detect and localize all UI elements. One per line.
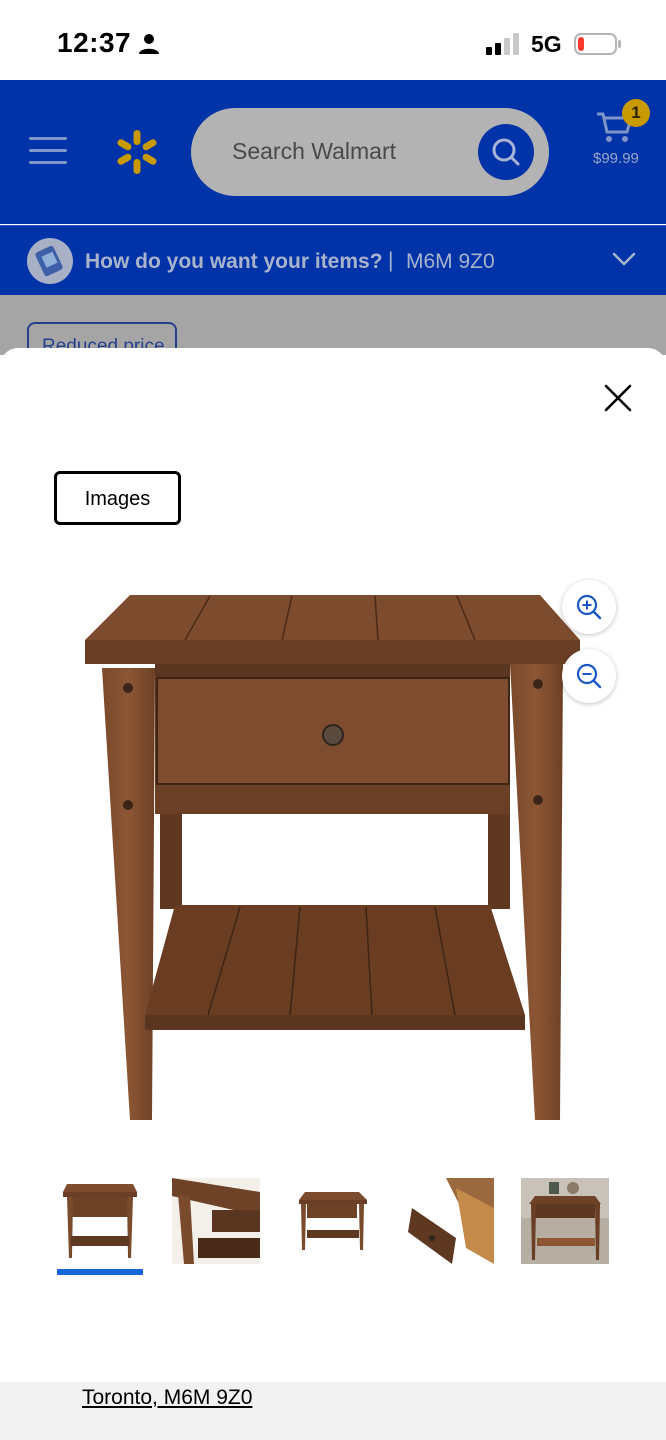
zoom-in-button[interactable] <box>562 580 616 634</box>
walmart-spark-icon[interactable] <box>114 128 160 176</box>
zoom-out-button[interactable] <box>562 649 616 703</box>
chevron-down-icon[interactable] <box>612 251 636 267</box>
page-content-dimmed: Reduced price <box>0 295 666 362</box>
location-link[interactable]: Toronto, M6M 9Z0 <box>82 1386 252 1410</box>
thumbnail-1[interactable] <box>57 1178 145 1264</box>
search-bar[interactable]: Search Walmart <box>191 108 549 196</box>
signal-icon <box>486 33 519 55</box>
delivery-bar[interactable]: How do you want your items? | M6M 9Z0 <box>0 225 666 296</box>
delivery-postal-code: M6M 9Z0 <box>406 250 495 273</box>
tab-images-label: Images <box>84 488 151 510</box>
person-icon <box>139 34 159 54</box>
status-bar: 12:37 5G <box>0 0 666 80</box>
product-image[interactable] <box>60 560 600 1140</box>
status-time: 12:37 <box>57 27 132 58</box>
network-type: 5G <box>531 31 562 57</box>
search-button[interactable] <box>478 124 534 180</box>
close-icon[interactable] <box>600 380 636 416</box>
search-input[interactable]: Search Walmart <box>232 138 396 165</box>
delivery-icon <box>27 238 73 284</box>
zoom-out-icon <box>576 663 602 689</box>
thumbnail-3[interactable] <box>287 1178 375 1264</box>
thumbnail-2[interactable] <box>172 1178 260 1264</box>
cart-total[interactable]: $99.99 <box>593 150 639 167</box>
cart-count-badge: 1 <box>622 99 650 127</box>
menu-icon[interactable] <box>29 136 67 166</box>
thumbnail-5[interactable] <box>521 1178 609 1264</box>
search-icon <box>492 138 520 166</box>
footer-bar: Toronto, M6M 9Z0 <box>0 1382 666 1440</box>
thumbnail-4[interactable] <box>406 1178 494 1264</box>
zoom-in-icon <box>576 594 602 620</box>
selected-thumbnail-indicator <box>57 1269 143 1275</box>
tab-images[interactable]: Images <box>54 471 181 525</box>
thumbnail-strip <box>0 1176 666 1276</box>
image-viewer-sheet: Images <box>0 348 666 1382</box>
battery-icon <box>574 33 621 55</box>
delivery-separator: | <box>388 249 394 272</box>
delivery-question: How do you want your items? <box>85 250 383 273</box>
